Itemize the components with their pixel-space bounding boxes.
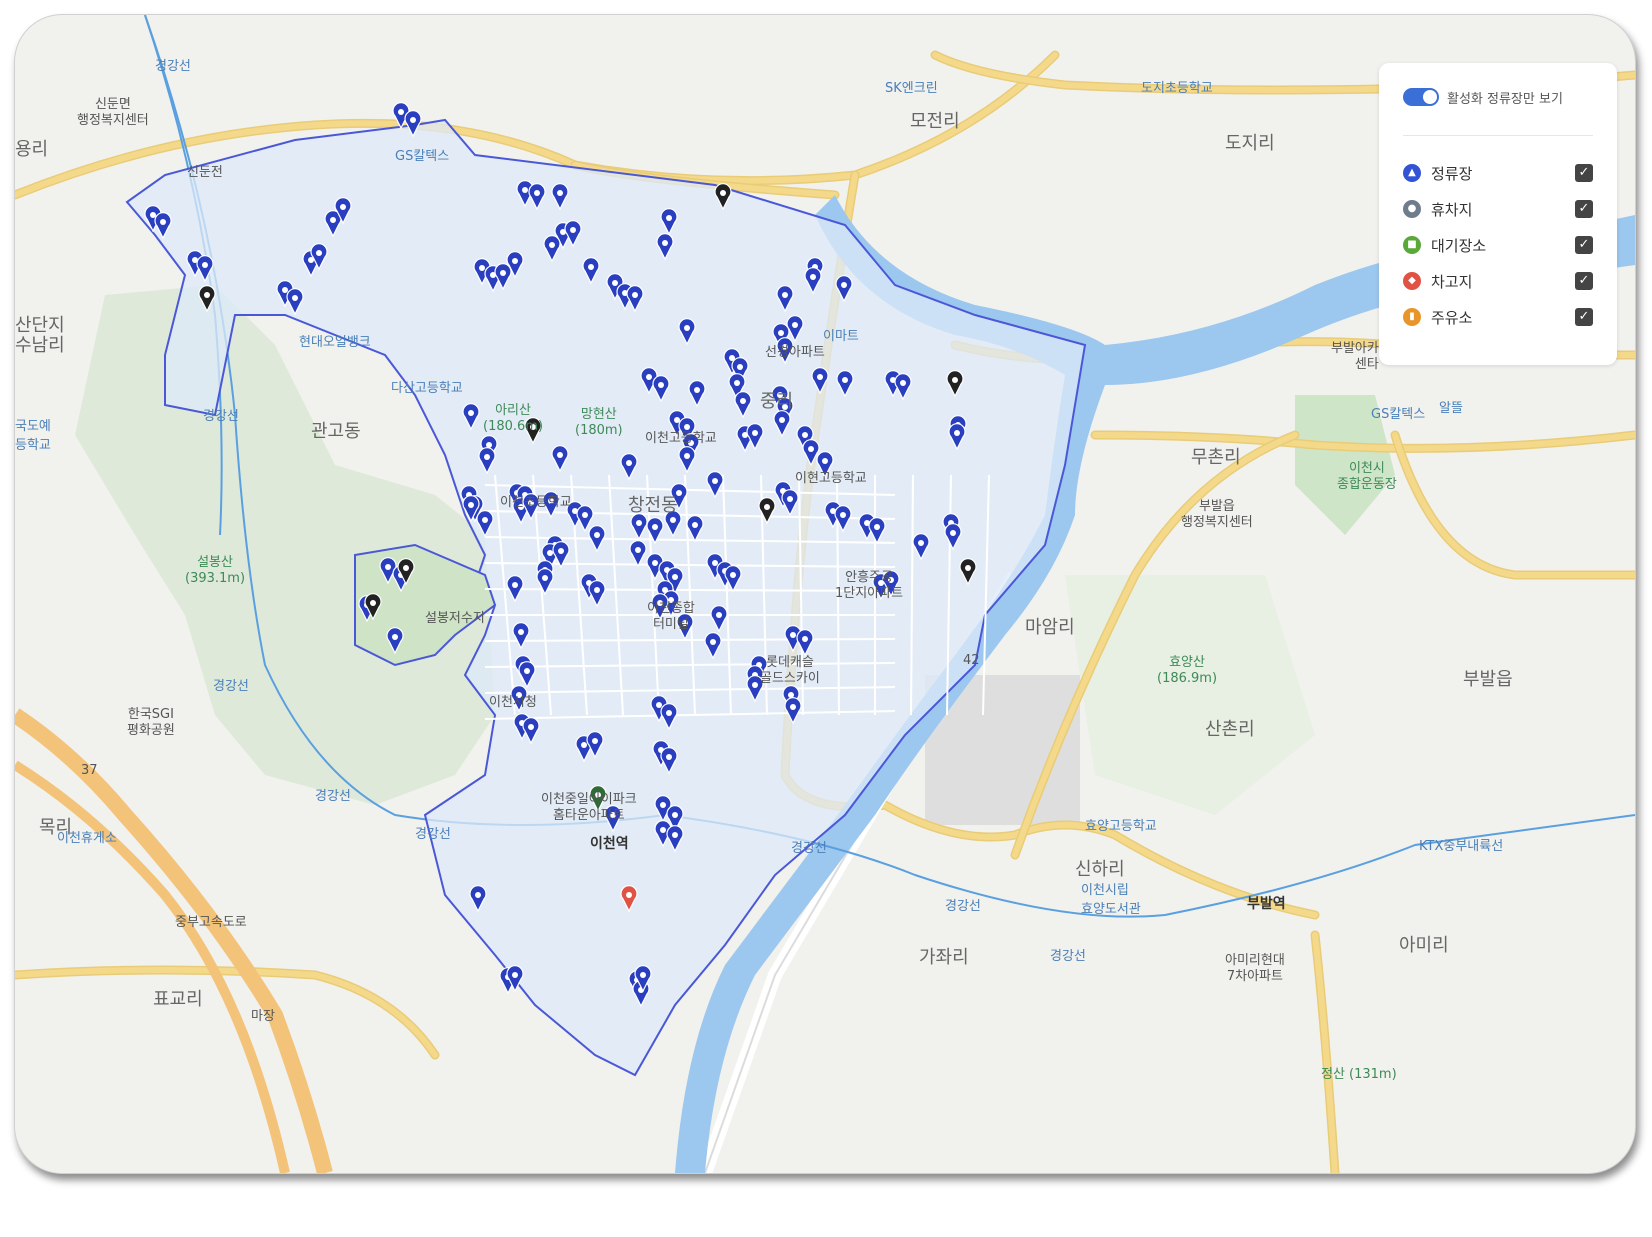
map-label-dojicho: 도지초등학교 [1141,81,1213,96]
map-label-hyundai-oil: 현대오일뱅크 [299,335,371,350]
legend-label-gas-station: 주유소 [1431,308,1473,327]
legend-label-waiting-area: 대기장소 [1431,236,1487,255]
expressway [15,708,333,1173]
checkbox-bus-stop[interactable]: ✓ [1575,164,1593,182]
map-label-gs-north: GS칼텍스 [395,149,450,164]
map-label-terminal: 이천종합 터미널 [647,601,695,632]
map-label-gs-east: GS칼텍스 [1371,407,1426,422]
map-label-dasan-high: 다산고등학교 [391,381,463,396]
map-label-bubal-eup: 부발읍 [1463,669,1513,690]
waiting-area-icon: ■ [1403,236,1421,254]
legend-label-bus-stop: 정류장 [1431,164,1473,183]
map-label-gyeonggang2: 경강선 [203,409,239,424]
map-label-route37: 37 [81,763,98,778]
map-label-icheon-rest: 이천휴게소 [57,831,117,846]
map-label-stadium: 이천시 종합운동장 [1337,461,1397,492]
map-label-lotte-castle: 롯데캐슬 골드스카이 [760,655,820,686]
legend-item-gas-station[interactable]: ▮ 주유소 ✓ [1403,305,1593,329]
garage-icon: ◆ [1403,272,1421,290]
map-label-manghyeonsan: 망현산 (180m) [575,407,623,438]
map-label-gukdo-elem: 국도예 등학교 [15,419,51,453]
map-label-library: 이천시립 효양도서관 [1081,883,1141,917]
map-label-gyeonggang8: 경강선 [1050,949,1086,964]
map-label-pyogyori: 표교리 [153,989,203,1010]
map-label-sindunjeon: 신둔전 [187,165,223,180]
map-label-sk: SK엔크린 [885,81,938,96]
toggle-knob [1423,90,1437,104]
active-only-toggle[interactable] [1403,88,1439,106]
map-label-gyeonggang6: 경강선 [791,841,827,856]
legend-item-garage[interactable]: ◆ 차고지 ✓ [1403,269,1593,293]
road-7 [1392,432,1635,578]
map-label-icheon-elem: 이천초등학교 [500,495,572,510]
active-only-toggle-row[interactable]: 활성화 정류장만 보기 [1403,85,1563,109]
map-label-sancheonri: 산촌리 [1205,719,1255,740]
map-label-gyeonggang1: 경강선 [155,59,191,74]
map-label-icheon-high: 이천고등학교 [645,431,717,446]
map-label-gyeonggang3: 경강선 [213,679,249,694]
map-label-amiri: 아미리 [1399,935,1449,956]
map-label-bubal-station: 부발역 [1247,896,1286,912]
map-label-seolbongsan: 설봉산 (393.1m) [185,555,246,586]
checkbox-garage[interactable]: ✓ [1575,272,1593,290]
map-label-emart: 이마트 [823,329,859,344]
filter-panel: 활성화 정류장만 보기 ▲ 정류장 ✓ ● 휴차지 ✓ ■ 대기장소 ✓ ◆ 차… [1379,63,1617,365]
map-label-yongjeongri: 용리 [15,139,49,160]
road-outline-7 [1390,430,1635,580]
map-label-jungbu-exp: 중부고속도로 [175,915,247,930]
map-label-gyeonggang7: 경강선 [945,899,981,914]
map-label-jungri: 중리 [760,391,794,412]
map-label-sindun-office: 신둔면 행정복지센터 [77,97,149,128]
map-label-jungil-apt: 이천중일아이파크 홈타운아파트 [541,792,637,823]
checkbox-gas-station[interactable]: ✓ [1575,308,1593,326]
map-label-anheung-apt: 안흥주공 1단지아파트 [835,570,904,601]
map-label-ktx: KTX중부내륙선 [1419,839,1504,854]
map-frame[interactable]: 신둔면 행정복지센터 GS칼텍스 SK엔크린 도지초등학교 모전리 도지리 신둔전 용리 산단지… [14,14,1636,1174]
map-label-gwangodong: 관고동 [311,421,361,442]
map-label-changjeon: 창전동 [628,495,678,516]
map-label-jeongsan: 정산 (131m) [1321,1067,1397,1082]
map-label-arisan: 아리산 (180.6m) [483,403,544,434]
map-label-gajwari: 가좌리 [919,947,969,968]
map-label-hyoyang-high: 효양고등학교 [1085,819,1157,834]
checkbox-rest-area[interactable]: ✓ [1575,200,1593,218]
legend-label-garage: 차고지 [1431,272,1473,291]
map-label-city-hall: 이천시청 [489,695,537,710]
map-label-bubal-office: 부발읍 행정복지센터 [1181,499,1253,530]
map-label-sinhari: 신하리 [1075,859,1125,880]
map-label-mojeonri: 모전리 [910,111,960,132]
active-only-label: 활성화 정류장만 보기 [1447,91,1563,107]
map-label-seongyeong-apt: 선경아파트 [765,345,825,360]
map-label-route42: 42 [963,653,980,668]
map-label-gyeonggang4: 경강선 [315,789,351,804]
hill-area-east [1065,575,1315,815]
map-label-icheon-station: 이천역 [590,836,629,852]
rest-area-icon: ● [1403,200,1421,218]
road-9 [1312,932,1338,1173]
bus-stop-icon: ▲ [1403,164,1421,182]
map-label-seolbong-park: 설봉저수지 [425,611,485,626]
gas-station-icon: ▮ [1403,308,1421,326]
map-label-albam: 알뜰 [1439,401,1463,416]
map-label-mucheonri: 무촌리 [1191,447,1241,468]
map-label-amiri-apt: 아미리현대 7차아파트 [1225,953,1285,984]
checkbox-waiting-area[interactable]: ✓ [1575,236,1593,254]
map-label-jc-majang: 마장 [251,1009,275,1024]
map-label-dojiri: 도지리 [1225,133,1275,154]
map-label-machon: 마암리 [1025,617,1075,638]
map-label-hyoyangsan: 효양산 (186.9m) [1157,655,1218,686]
map-label-sunamri: 수남리 [15,335,65,356]
map-label-sgi-park: 한국SGI 평화공원 [127,707,175,738]
map-label-gyeonggang5: 경강선 [415,827,451,842]
legend-label-rest-area: 휴차지 [1431,200,1473,219]
legend-item-bus-stop[interactable]: ▲ 정류장 ✓ [1403,161,1593,185]
legend-item-rest-area[interactable]: ● 휴차지 ✓ [1403,197,1593,221]
map-label-hyeon-high: 이현고등학교 [795,471,867,486]
panel-divider [1403,135,1593,136]
legend-item-waiting-area[interactable]: ■ 대기장소 ✓ [1403,233,1593,257]
